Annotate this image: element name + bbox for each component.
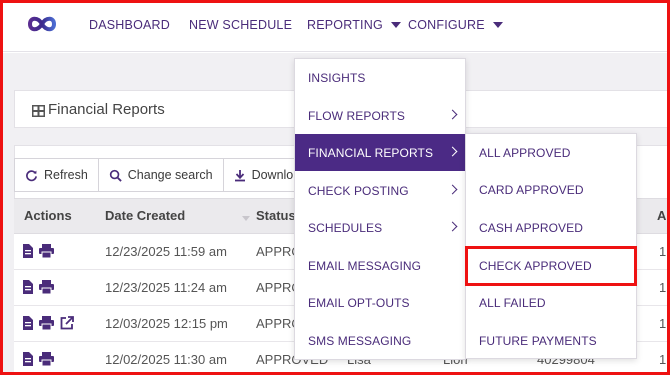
search-icon	[109, 169, 122, 182]
document-icon[interactable]	[22, 316, 33, 330]
partial-cell: 1	[659, 280, 667, 295]
chevron-right-icon	[447, 184, 458, 195]
refresh-button[interactable]: Refresh	[14, 158, 99, 192]
download-icon	[234, 169, 245, 181]
menu-item-label: SMS MESSAGING	[308, 333, 412, 348]
submenu-item-label: FUTURE PAYMENTS	[479, 333, 597, 348]
chevron-right-icon	[447, 109, 458, 120]
col-partial: A	[657, 208, 667, 223]
submenu-item-all-failed[interactable]: ALL FAILED	[466, 284, 636, 321]
reporting-dropdown: INSIGHTS FLOW REPORTS FINANCIAL REPORTS …	[294, 58, 466, 360]
chevron-down-icon	[390, 21, 401, 28]
submenu-item-cash-approved[interactable]: CASH APPROVED	[466, 209, 636, 246]
partial-cell: 1	[659, 352, 667, 367]
change-search-label: Change search	[127, 168, 213, 182]
external-link-icon[interactable]	[60, 316, 74, 330]
submenu-item-label: ALL FAILED	[479, 295, 546, 310]
menu-item-email-messaging[interactable]: EMAIL MESSAGING	[295, 247, 465, 284]
submenu-item-card-approved[interactable]: CARD APPROVED	[466, 171, 636, 208]
print-icon[interactable]	[39, 352, 54, 366]
menu-item-check-posting[interactable]: CHECK POSTING	[295, 172, 465, 209]
menu-item-label: SCHEDULES	[308, 220, 383, 235]
nav-configure[interactable]: CONFIGURE	[408, 18, 503, 32]
document-icon[interactable]	[22, 244, 33, 258]
download-label: Downlo	[251, 168, 294, 182]
nav-reporting-label: REPORTING	[307, 18, 383, 32]
menu-item-email-opt-outs[interactable]: EMAIL OPT-OUTS	[295, 284, 465, 321]
menu-item-label: EMAIL OPT-OUTS	[308, 295, 410, 310]
nav-reporting[interactable]: REPORTING	[307, 18, 401, 32]
nav-new-schedule[interactable]: NEW SCHEDULE	[189, 18, 292, 32]
sort-icon[interactable]	[242, 216, 250, 221]
refresh-label: Refresh	[44, 168, 88, 182]
partial-cell: 1	[659, 316, 667, 331]
nav-configure-label: CONFIGURE	[408, 18, 485, 32]
print-icon[interactable]	[39, 316, 54, 330]
top-nav: DASHBOARD NEW SCHEDULE REPORTING CONFIGU…	[0, 0, 670, 52]
submenu-item-all-approved[interactable]: ALL APPROVED	[466, 134, 636, 171]
chevron-right-icon	[447, 221, 458, 232]
date-cell: 12/03/2025 12:15 pm	[105, 316, 228, 331]
print-icon[interactable]	[39, 244, 54, 258]
chevron-right-icon	[447, 146, 458, 157]
date-cell: 12/23/2025 11:24 am	[105, 280, 227, 295]
menu-item-label: FINANCIAL REPORTS	[308, 145, 434, 160]
col-date-created[interactable]: Date Created	[105, 208, 185, 223]
nav-dashboard[interactable]: DASHBOARD	[89, 18, 170, 32]
page-title: Financial Reports	[48, 101, 165, 118]
download-button[interactable]: Downlo	[222, 158, 305, 192]
logo-infinity-icon[interactable]	[26, 14, 58, 39]
submenu-item-label: CARD APPROVED	[479, 182, 584, 197]
date-cell: 12/23/2025 11:59 am	[105, 244, 227, 259]
submenu-item-check-approved[interactable]: CHECK APPROVED	[466, 247, 636, 284]
menu-item-label: FLOW REPORTS	[308, 108, 405, 123]
col-actions: Actions	[24, 208, 72, 223]
menu-item-label: INSIGHTS	[308, 70, 366, 85]
chevron-down-icon	[492, 21, 503, 28]
col-status[interactable]: Status	[256, 208, 296, 223]
submenu-item-label: ALL APPROVED	[479, 145, 571, 160]
print-icon[interactable]	[39, 280, 54, 294]
menu-item-sms-messaging[interactable]: SMS MESSAGING	[295, 322, 465, 359]
document-icon[interactable]	[22, 352, 33, 366]
menu-item-insights[interactable]: INSIGHTS	[295, 59, 465, 96]
menu-item-schedules[interactable]: SCHEDULES	[295, 209, 465, 246]
refresh-icon	[26, 169, 37, 181]
menu-item-label: EMAIL MESSAGING	[308, 258, 422, 273]
partial-cell: 1	[659, 244, 667, 259]
submenu-item-label: CHECK APPROVED	[479, 258, 592, 273]
submenu-item-future-payments[interactable]: FUTURE PAYMENTS	[466, 322, 636, 359]
menu-item-flow-reports[interactable]: FLOW REPORTS	[295, 97, 465, 134]
change-search-button[interactable]: Change search	[97, 158, 224, 192]
menu-item-financial-reports[interactable]: FINANCIAL REPORTS	[295, 134, 465, 171]
document-icon[interactable]	[22, 280, 33, 294]
financial-reports-submenu: ALL APPROVED CARD APPROVED CASH APPROVED…	[465, 133, 637, 359]
submenu-item-label: CASH APPROVED	[479, 220, 583, 235]
toolbar: Refresh Change search Downlo	[14, 158, 305, 192]
date-cell: 12/02/2025 11:30 am	[105, 352, 227, 367]
menu-item-label: CHECK POSTING	[308, 183, 409, 198]
table-grid-icon	[32, 104, 45, 122]
